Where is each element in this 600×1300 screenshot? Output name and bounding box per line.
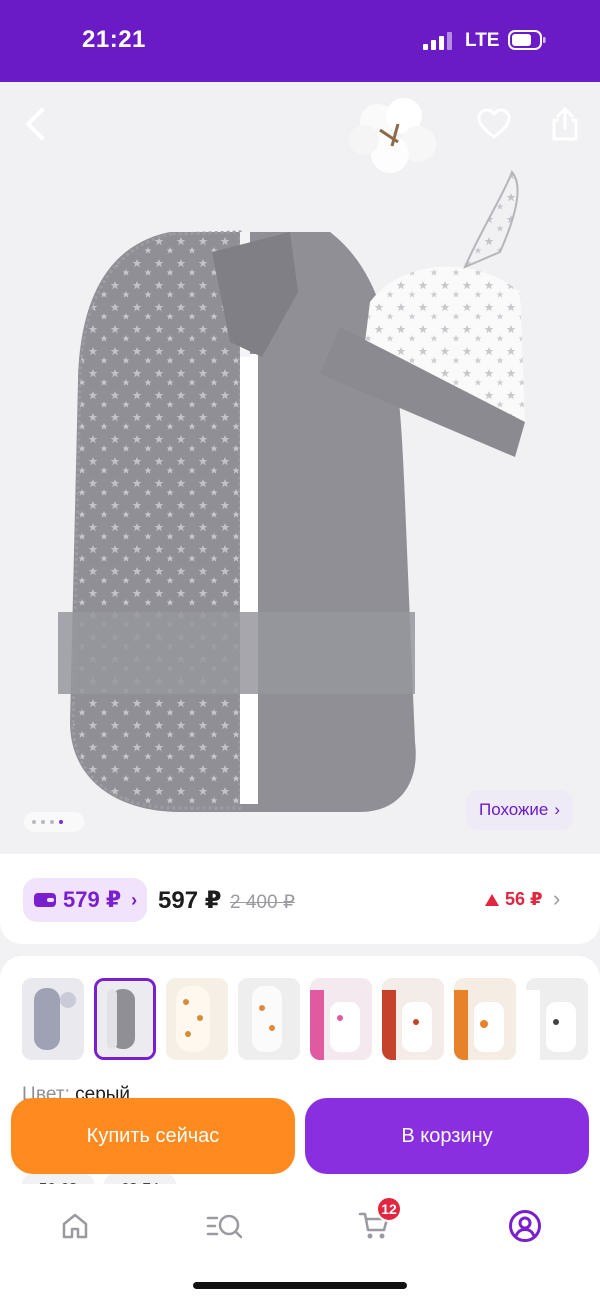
wallet-price-button[interactable]: 579 ₽ › [23, 878, 148, 922]
buy-now-button[interactable]: Купить сейчас [11, 1098, 295, 1174]
similar-products-button[interactable]: Похожие › [466, 790, 574, 830]
chevron-right-icon: › [554, 800, 561, 819]
similar-label: Похожие [479, 800, 549, 819]
catalog-search-icon [206, 1214, 243, 1239]
signal-icon [423, 32, 452, 50]
wallet-price: 579 ₽ [63, 887, 122, 912]
nav-profile[interactable] [501, 1202, 549, 1250]
thumbnail-image [166, 978, 228, 1060]
cart-count-badge: 12 [376, 1196, 402, 1222]
triangle-up-icon [485, 893, 499, 906]
variant-thumbnail[interactable] [382, 978, 444, 1060]
variant-thumbnails [22, 978, 588, 1060]
wallet-icon [34, 893, 56, 907]
variant-thumbnail[interactable] [310, 978, 372, 1060]
thumbnail-image [22, 978, 84, 1060]
pager-dot [32, 820, 36, 824]
thumbnail-image [526, 978, 588, 1060]
thumbnail-image [382, 978, 444, 1060]
home-indicator [193, 1282, 407, 1289]
nav-catalog[interactable] [201, 1202, 249, 1250]
home-icon [62, 1213, 88, 1239]
price-card: 579 ₽ › 597 ₽ 2 400 ₽ 56 ₽ › [0, 854, 600, 944]
status-time: 21:21 [82, 26, 146, 53]
variant-thumbnail-selected[interactable] [94, 978, 156, 1060]
status-bar: 21:21 LTE [0, 0, 600, 82]
favorite-button[interactable] [470, 100, 518, 148]
nav-home[interactable] [51, 1202, 99, 1250]
chevron-left-icon [26, 108, 44, 140]
thumbnail-image [454, 978, 516, 1060]
nav-cart[interactable]: 12 [350, 1196, 402, 1250]
thumbnail-image [97, 981, 153, 1057]
main-price: 597 ₽ [158, 887, 222, 914]
product-photo [58, 98, 525, 812]
product-image-gallery[interactable]: Похожие › [0, 82, 600, 854]
thumbnail-image [310, 978, 372, 1060]
thumbnail-image [238, 978, 300, 1060]
back-button[interactable] [12, 100, 60, 148]
variant-thumbnail[interactable] [526, 978, 588, 1060]
battery-icon [508, 30, 546, 50]
variant-thumbnail[interactable] [166, 978, 228, 1060]
pager-dot [41, 820, 45, 824]
pager-dot-active [59, 820, 63, 824]
pager-dot [50, 820, 54, 824]
chevron-right-icon[interactable]: › [553, 886, 560, 912]
share-icon [552, 107, 578, 141]
add-to-cart-button[interactable]: В корзину [305, 1098, 589, 1174]
points-value: 56 ₽ [505, 889, 543, 909]
network-type: LTE [465, 30, 500, 51]
variant-thumbnail[interactable] [22, 978, 84, 1060]
points-badge[interactable]: 56 ₽ [485, 889, 543, 910]
cotton-decoration [349, 98, 436, 173]
variant-thumbnail[interactable] [238, 978, 300, 1060]
variant-thumbnail[interactable] [454, 978, 516, 1060]
share-button[interactable] [541, 100, 589, 148]
profile-icon [509, 1210, 541, 1242]
old-price: 2 400 ₽ [230, 892, 295, 913]
chevron-right-icon: › [131, 889, 138, 910]
heart-icon [477, 108, 511, 139]
image-pager-dots [24, 812, 84, 832]
